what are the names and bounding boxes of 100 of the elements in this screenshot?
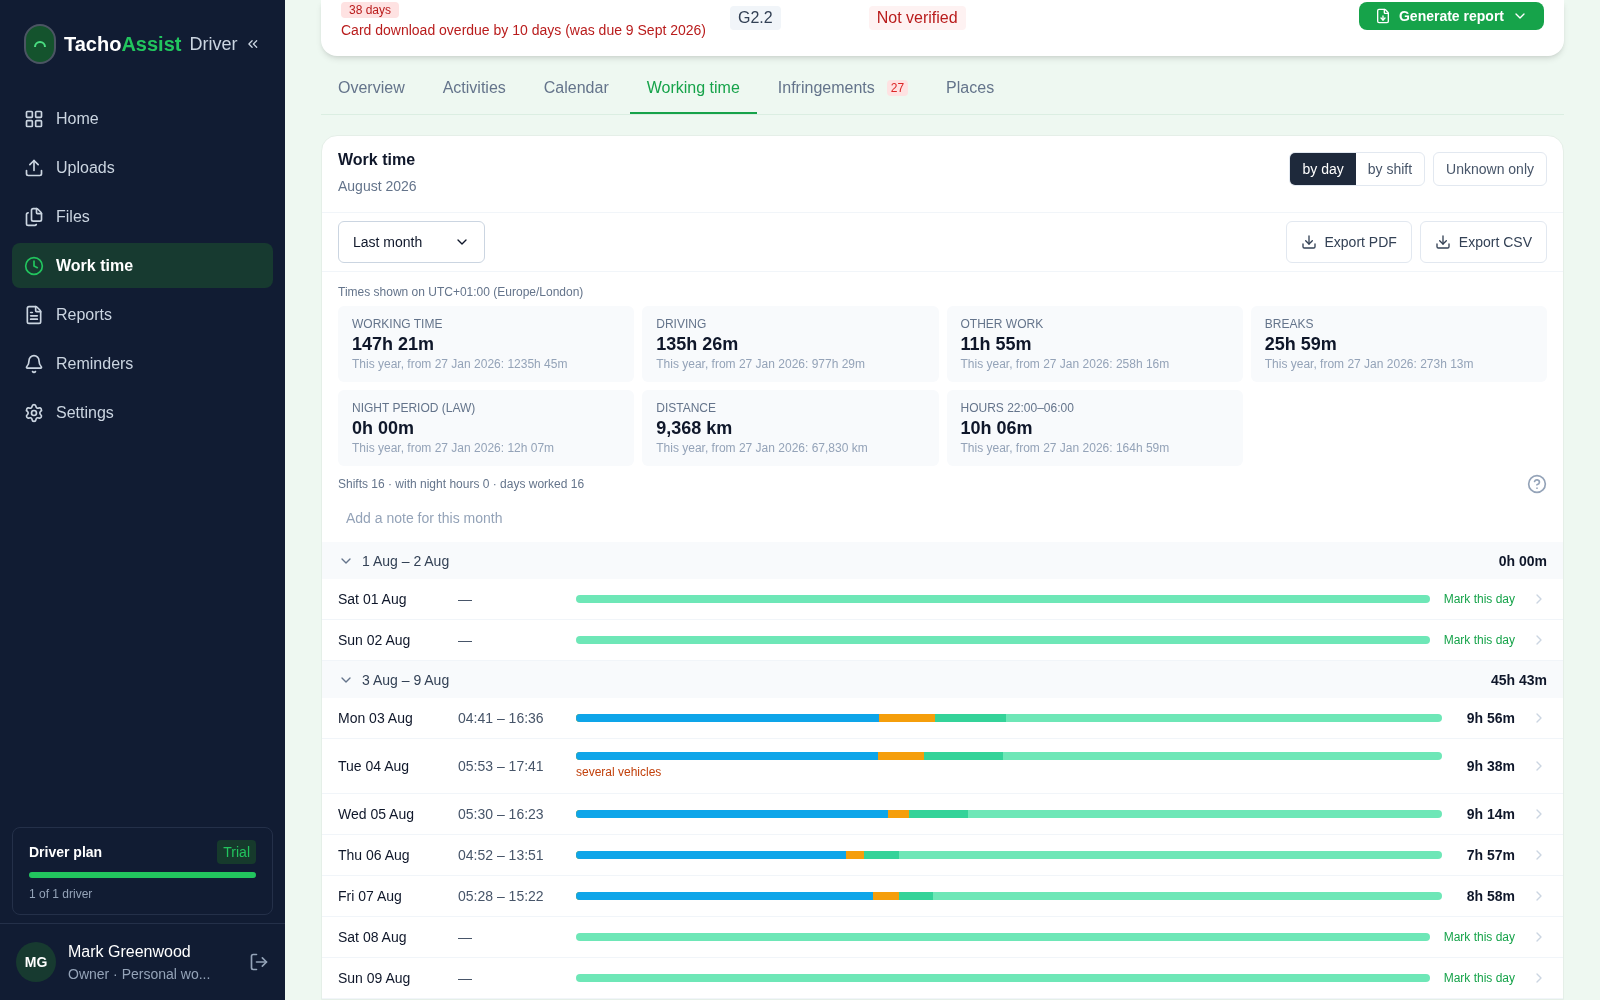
card-subtitle: August 2026 [338, 177, 417, 196]
files-icon [24, 206, 44, 227]
day-total: 9h 14m [1465, 805, 1515, 824]
day-row[interactable]: Sun 09 Aug — Mark this day [322, 958, 1563, 999]
day-span: 05:53 – 17:41 [458, 757, 545, 776]
stat-label: HOURS 22:00–06:00 [960, 400, 1075, 416]
summary-text: Shifts 16 · with night hours 0 · days worked 16 [338, 476, 585, 492]
upload-icon [24, 157, 44, 178]
tab[interactable]: Places [929, 76, 1012, 114]
stat-label: WORKING TIME [352, 316, 444, 332]
plan-badge: Trial [217, 840, 256, 864]
stat-value: 9,368 km [656, 417, 734, 440]
bell-icon [24, 353, 44, 374]
day-total: 7h 57m [1465, 846, 1515, 865]
plan-caption: 1 of 1 driver [29, 886, 94, 902]
view-toggle[interactable]: by shift [1355, 153, 1425, 185]
day-row[interactable]: Sat 08 Aug — Mark this day [322, 917, 1563, 958]
settings-icon [24, 402, 44, 423]
stat-note: This year, from 27 Jan 2026: 164h 59m [960, 440, 1171, 456]
day-row[interactable]: Thu 06 Aug 04:52 – 13:51 7h 57m [322, 835, 1563, 876]
stat-value: 25h 59m [1264, 333, 1338, 356]
user-name: Mark Greenwood [68, 942, 192, 962]
day-span: 04:52 – 13:51 [458, 846, 545, 865]
stat-note: This year, from 27 Jan 2026: 67,830 km [656, 440, 869, 456]
export-button[interactable]: Export PDF [1285, 221, 1412, 263]
stat-value: 11h 55m [960, 333, 1033, 356]
stat-note: This year, from 27 Jan 2026: 12h 07m [352, 440, 556, 456]
day-date: Sat 01 Aug [338, 590, 408, 609]
nav-item[interactable]: Reminders [12, 341, 273, 386]
day-span: — [458, 631, 473, 650]
stat-value: 147h 21m [352, 333, 436, 356]
nav-item[interactable]: Uploads [12, 145, 273, 190]
day-date: Tue 04 Aug [338, 757, 411, 776]
generation-badge: G2.2 [730, 6, 781, 30]
day-total: 9h 38m [1465, 757, 1515, 776]
clock-icon [24, 255, 44, 276]
view-toggle[interactable]: by day [1290, 153, 1356, 185]
plan-title: Driver plan [29, 843, 103, 862]
brand-suffix: Driver [189, 33, 238, 56]
stat-label: DISTANCE [656, 400, 718, 416]
unknown-only-button[interactable]: Unknown only [1433, 152, 1547, 186]
day-date: Sat 08 Aug [338, 928, 408, 947]
count-badge: 27 [886, 80, 909, 96]
tab[interactable]: Infringements 27 [760, 76, 926, 114]
day-total: 9h 56m [1465, 709, 1515, 728]
user-avatar: MG [16, 942, 56, 982]
day-row[interactable]: Fri 07 Aug 05:28 – 15:22 8h 58m [322, 876, 1563, 917]
tab[interactable]: Overview [321, 76, 422, 114]
nav-item[interactable]: Files [12, 194, 273, 239]
vehicle-note: several vehicles [576, 764, 663, 780]
stat-note: This year, from 27 Jan 2026: 977h 29m [656, 356, 867, 372]
day-row[interactable]: Sat 01 Aug — Mark this day [322, 579, 1563, 620]
week-header[interactable]: 1 Aug – 2 Aug 0h 00m [322, 542, 1563, 579]
logout-icon[interactable] [249, 952, 269, 972]
stat-note: This year, from 27 Jan 2026: 258h 16m [960, 356, 1171, 372]
week-label: 1 Aug – 2 Aug [362, 551, 450, 571]
nav-item[interactable]: Settings [12, 390, 273, 435]
nav-item[interactable]: Work time [12, 243, 273, 288]
tab[interactable]: Calendar [526, 76, 626, 114]
day-date: Thu 06 Aug [338, 846, 411, 865]
day-date: Sun 09 Aug [338, 969, 412, 988]
day-date: Sun 02 Aug [338, 631, 412, 650]
note-field[interactable]: Add a note for this month [338, 502, 1547, 534]
week-header[interactable]: 3 Aug – 9 Aug 45h 43m [322, 661, 1563, 698]
day-date: Mon 03 Aug [338, 709, 414, 728]
day-span: 05:30 – 16:23 [458, 805, 545, 824]
stat-value: 135h 26m [656, 333, 740, 356]
day-total: 8h 58m [1465, 887, 1515, 906]
grid-icon [24, 108, 44, 129]
stat-value: 0h 00m [352, 417, 416, 440]
stat-label: OTHER WORK [960, 316, 1045, 332]
day-span: — [458, 590, 473, 609]
day-date: Wed 05 Aug [338, 805, 416, 824]
help-icon[interactable] [1527, 474, 1547, 494]
week-label: 3 Aug – 9 Aug [362, 670, 450, 690]
brand-name: TachoAssist [64, 32, 182, 57]
day-span: — [458, 969, 473, 988]
export-button[interactable]: Export CSV [1419, 221, 1547, 263]
download-icon [1434, 234, 1451, 250]
overdue-warning: Card download overdue by 10 days (was due 9 Sept 2026) [341, 21, 706, 40]
week-total: 0h 00m [1498, 551, 1547, 571]
document-icon [24, 304, 44, 325]
week-total: 45h 43m [1490, 670, 1547, 690]
user-role: Owner · Personal wo... [68, 965, 211, 984]
period-select[interactable]: Last month [338, 221, 486, 263]
verification-badge: Not verified [868, 6, 966, 30]
nav-item[interactable]: Home [12, 96, 273, 141]
nav-item[interactable]: Reports [12, 292, 273, 337]
day-span: 04:41 – 16:36 [458, 709, 545, 728]
card-title: Work time [338, 150, 417, 170]
stat-label: DRIVING [656, 316, 708, 332]
day-row[interactable]: Tue 04 Aug 05:53 – 17:41 several vehicles 9h 38m [322, 739, 1563, 794]
tab[interactable]: Activities [425, 76, 523, 114]
overdue-badge: 38 days [341, 2, 400, 18]
timezone-note: Times shown on UTC+01:00 (Europe/London) [338, 284, 585, 300]
day-span: — [458, 928, 473, 947]
day-row[interactable]: Wed 05 Aug 05:30 – 16:23 9h 14m [322, 794, 1563, 835]
day-row[interactable]: Mon 03 Aug 04:41 – 16:36 9h 56m [322, 698, 1563, 739]
logo-icon [24, 24, 56, 64]
download-icon [1300, 234, 1317, 250]
